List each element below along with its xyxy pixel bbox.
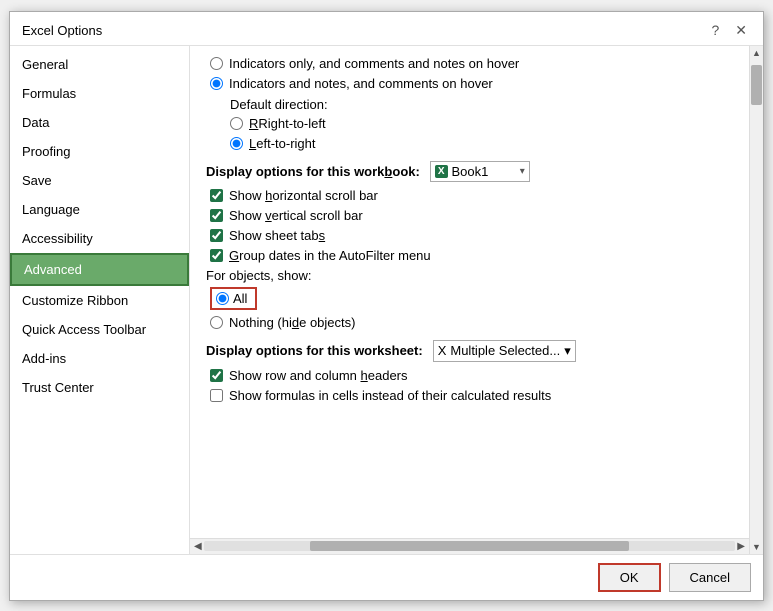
title-bar-controls: ? ✕ — [707, 20, 751, 41]
scroll-left-arrow[interactable]: ◀ — [192, 541, 204, 552]
dialog-title: Excel Options — [22, 23, 102, 38]
radio-all-row: All — [206, 287, 733, 310]
radio-indicators-notes-row: Indicators and notes, and comments on ho… — [206, 76, 733, 91]
sidebar-item-general[interactable]: General — [10, 50, 189, 79]
workbook-dropdown-arrow: ▾ — [520, 166, 525, 177]
close-button[interactable]: ✕ — [731, 20, 751, 41]
cb-horizontal-scroll-row: Show horizontal scroll bar — [206, 188, 733, 203]
radio-rtl-label[interactable]: RRight-to-left — [249, 116, 326, 131]
scroll-right-arrow[interactable]: ▶ — [735, 541, 747, 552]
excel-icon: X — [435, 165, 448, 178]
display-worksheet-label: Display options for this worksheet: — [206, 343, 423, 358]
cb-row-column-headers-row: Show row and column headers — [206, 368, 733, 383]
radio-all[interactable] — [216, 292, 229, 305]
radio-nothing[interactable] — [210, 316, 223, 329]
sidebar-item-language[interactable]: Language — [10, 195, 189, 224]
radio-all-label[interactable]: All — [233, 291, 247, 306]
cb-horizontal-scroll-label[interactable]: Show horizontal scroll bar — [229, 188, 378, 203]
worksheet-dropdown[interactable]: X Multiple Selected... ▾ — [433, 340, 576, 362]
radio-ltr-label[interactable]: Left-to-right — [249, 136, 315, 151]
main-content: Indicators only, and comments and notes … — [190, 46, 749, 538]
radio-nothing-label[interactable]: Nothing (hide objects) — [229, 315, 355, 330]
worksheet-dropdown-value: Multiple Selected... — [450, 343, 560, 358]
radio-ltr[interactable] — [230, 137, 243, 150]
default-direction-label: Default direction: — [206, 97, 733, 112]
cb-group-dates-row: Group dates in the AutoFilter menu — [206, 248, 733, 263]
workbook-dropdown[interactable]: X Book1 ▾ — [430, 161, 530, 182]
sidebar-item-data[interactable]: Data — [10, 108, 189, 137]
cb-horizontal-scroll[interactable] — [210, 189, 223, 202]
excel-options-dialog: Excel Options ? ✕ General Formulas Data … — [9, 11, 764, 601]
cb-sheet-tabs-label[interactable]: Show sheet tabs — [229, 228, 325, 243]
display-workbook-header: Display options for this workbook: X Boo… — [206, 161, 733, 182]
help-button[interactable]: ? — [707, 20, 723, 40]
dialog-body: General Formulas Data Proofing Save Lang… — [10, 46, 763, 554]
scroll-down-arrow[interactable]: ▼ — [750, 540, 763, 554]
radio-indicators-notes[interactable] — [210, 77, 223, 90]
cb-sheet-tabs[interactable] — [210, 229, 223, 242]
horizontal-scrollbar[interactable]: ◀ ▶ — [190, 538, 749, 554]
sidebar-item-formulas[interactable]: Formulas — [10, 79, 189, 108]
sidebar-item-proofing[interactable]: Proofing — [10, 137, 189, 166]
cb-show-formulas-label: Show formulas in cells instead of their … — [229, 388, 551, 403]
cb-group-dates[interactable] — [210, 249, 223, 262]
sidebar-item-add-ins[interactable]: Add-ins — [10, 344, 189, 373]
for-objects-label: For objects, show: — [206, 268, 733, 283]
cb-vertical-scroll-label[interactable]: Show vertical scroll bar — [229, 208, 363, 223]
radio-indicators-only-label[interactable]: Indicators only, and comments and notes … — [229, 56, 519, 71]
cb-row-column-headers[interactable] — [210, 369, 223, 382]
radio-nothing-row: Nothing (hide objects) — [206, 315, 733, 330]
scrollbar-thumb — [310, 541, 629, 551]
worksheet-excel-icon: X — [438, 343, 447, 358]
cb-show-formulas-row: Show formulas in cells instead of their … — [206, 388, 733, 403]
cancel-button[interactable]: Cancel — [669, 563, 751, 592]
display-worksheet-header: Display options for this worksheet: X Mu… — [206, 340, 733, 362]
cb-row-column-headers-label[interactable]: Show row and column headers — [229, 368, 408, 383]
scrollbar-track[interactable] — [204, 541, 736, 551]
cb-sheet-tabs-row: Show sheet tabs — [206, 228, 733, 243]
sidebar-item-quick-access[interactable]: Quick Access Toolbar — [10, 315, 189, 344]
sidebar-item-save[interactable]: Save — [10, 166, 189, 195]
scroll-up-arrow[interactable]: ▲ — [750, 46, 763, 60]
cb-vertical-scroll[interactable] — [210, 209, 223, 222]
radio-rtl[interactable] — [230, 117, 243, 130]
ok-button[interactable]: OK — [598, 563, 661, 592]
dialog-footer: OK Cancel — [10, 554, 763, 600]
radio-all-highlight-box: All — [210, 287, 257, 310]
workbook-dropdown-value: Book1 — [452, 164, 489, 179]
radio-indicators-notes-label[interactable]: Indicators and notes, and comments on ho… — [229, 76, 493, 91]
cb-vertical-scroll-row: Show vertical scroll bar — [206, 208, 733, 223]
display-workbook-label: Display options for this workbook: — [206, 164, 420, 179]
sidebar-item-accessibility[interactable]: Accessibility — [10, 224, 189, 253]
worksheet-dropdown-arrow: ▾ — [564, 343, 571, 359]
radio-ltr-row: Left-to-right — [206, 136, 733, 151]
sidebar-item-customize-ribbon[interactable]: Customize Ribbon — [10, 286, 189, 315]
radio-indicators-only-row: Indicators only, and comments and notes … — [206, 56, 733, 71]
sidebar: General Formulas Data Proofing Save Lang… — [10, 46, 190, 554]
sidebar-item-trust-center[interactable]: Trust Center — [10, 373, 189, 402]
vertical-scrollbar[interactable]: ▲ ▼ — [749, 46, 763, 554]
right-scrollbar-track[interactable] — [750, 60, 763, 540]
radio-indicators-only[interactable] — [210, 57, 223, 70]
sidebar-item-advanced[interactable]: Advanced — [10, 253, 189, 286]
cb-group-dates-label[interactable]: Group dates in the AutoFilter menu — [229, 248, 431, 263]
radio-rtl-row: RRight-to-left — [206, 116, 733, 131]
cb-show-formulas[interactable] — [210, 389, 223, 402]
right-scrollbar-thumb — [751, 65, 762, 105]
title-bar: Excel Options ? ✕ — [10, 12, 763, 46]
